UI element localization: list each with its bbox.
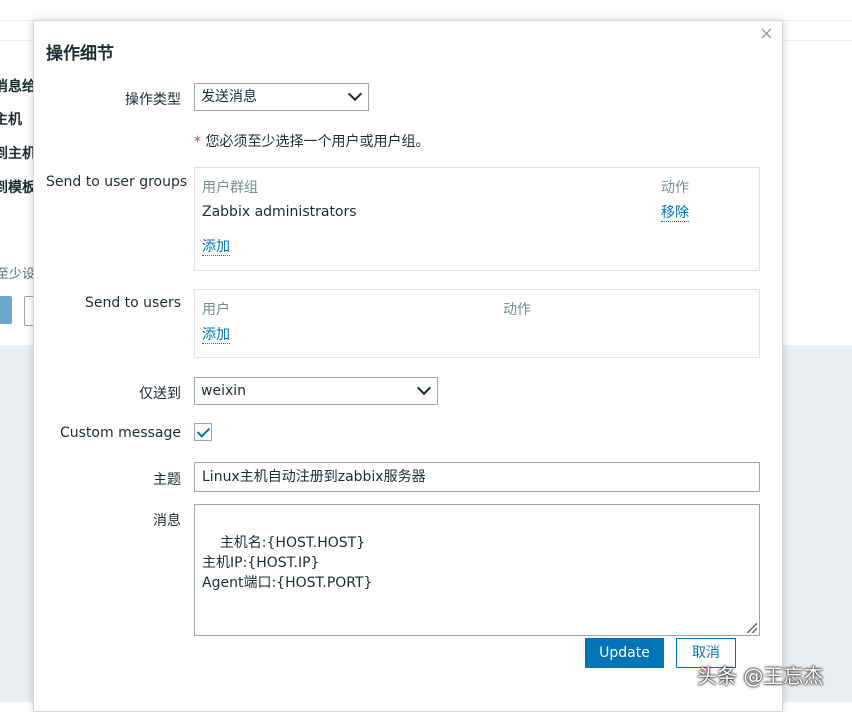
resize-handle-icon[interactable] (747, 623, 757, 633)
update-button[interactable]: Update (585, 638, 664, 668)
chevron-down-icon (416, 380, 432, 396)
message-textarea[interactable]: 主机名:{HOST.HOST} 主机IP:{HOST.IP} Agent端口:{… (194, 504, 760, 636)
dialog-title: 操作细节 (46, 44, 114, 64)
checkmark-icon (196, 424, 211, 438)
operation-type-value: 发送消息 (201, 89, 257, 105)
required-note-text: 您必须至少选择一个用户或用户组。 (201, 134, 430, 150)
add-user-link[interactable]: 添加 (202, 327, 230, 344)
background-hint: 至少设 (0, 267, 36, 282)
subject-label: 主题 (153, 472, 181, 488)
background-header (0, 0, 852, 21)
chevron-down-icon (347, 86, 363, 102)
user-groups-table: 用户群组 动作 Zabbix administrators 移除 添加 (194, 167, 760, 271)
close-icon[interactable]: × (759, 23, 774, 44)
operation-details-dialog: 操作细节 × 操作类型 发送消息 * 您必须至少选择一个用户或用户组。 Send… (33, 20, 783, 712)
message-text: 主机名:{HOST.HOST} 主机IP:{HOST.IP} Agent端口:{… (202, 535, 373, 591)
add-user-group-link[interactable]: 添加 (202, 239, 230, 256)
background-label: 消息给 (0, 79, 36, 95)
custom-message-label: Custom message (59, 425, 181, 441)
required-note: * 您必须至少选择一个用户或用户组。 (194, 131, 429, 151)
subject-input[interactable]: Linux主机自动注册到zabbix服务器 (194, 462, 760, 492)
background-label: 到模板 (0, 180, 36, 196)
send-only-to-label: 仅送到 (139, 386, 181, 402)
remove-user-group-link[interactable]: 移除 (661, 205, 689, 222)
users-label: Send to users (84, 295, 181, 311)
users-column-header: 用户 (202, 302, 230, 318)
user-group-name: Zabbix administrators (202, 204, 357, 220)
message-label: 消息 (153, 513, 181, 529)
send-only-to-select[interactable]: weixin (194, 377, 438, 405)
user-groups-action-header: 动作 (661, 180, 689, 196)
watermark-text: 头条 @王忘杰 (697, 664, 824, 688)
user-groups-column-header: 用户群组 (202, 180, 258, 196)
operation-type-select[interactable]: 发送消息 (194, 83, 369, 111)
background-label: 主机 (0, 112, 22, 128)
users-table: 用户 动作 添加 (194, 289, 760, 358)
users-action-header: 动作 (503, 302, 531, 318)
custom-message-checkbox[interactable] (194, 423, 212, 441)
send-only-to-value: weixin (201, 383, 247, 399)
required-star: * (194, 134, 201, 150)
background-label: 到主机 (0, 146, 36, 162)
operation-type-label: 操作类型 (125, 92, 181, 108)
user-groups-label: Send to user groups (46, 174, 188, 190)
background-primary-button[interactable] (0, 296, 12, 324)
